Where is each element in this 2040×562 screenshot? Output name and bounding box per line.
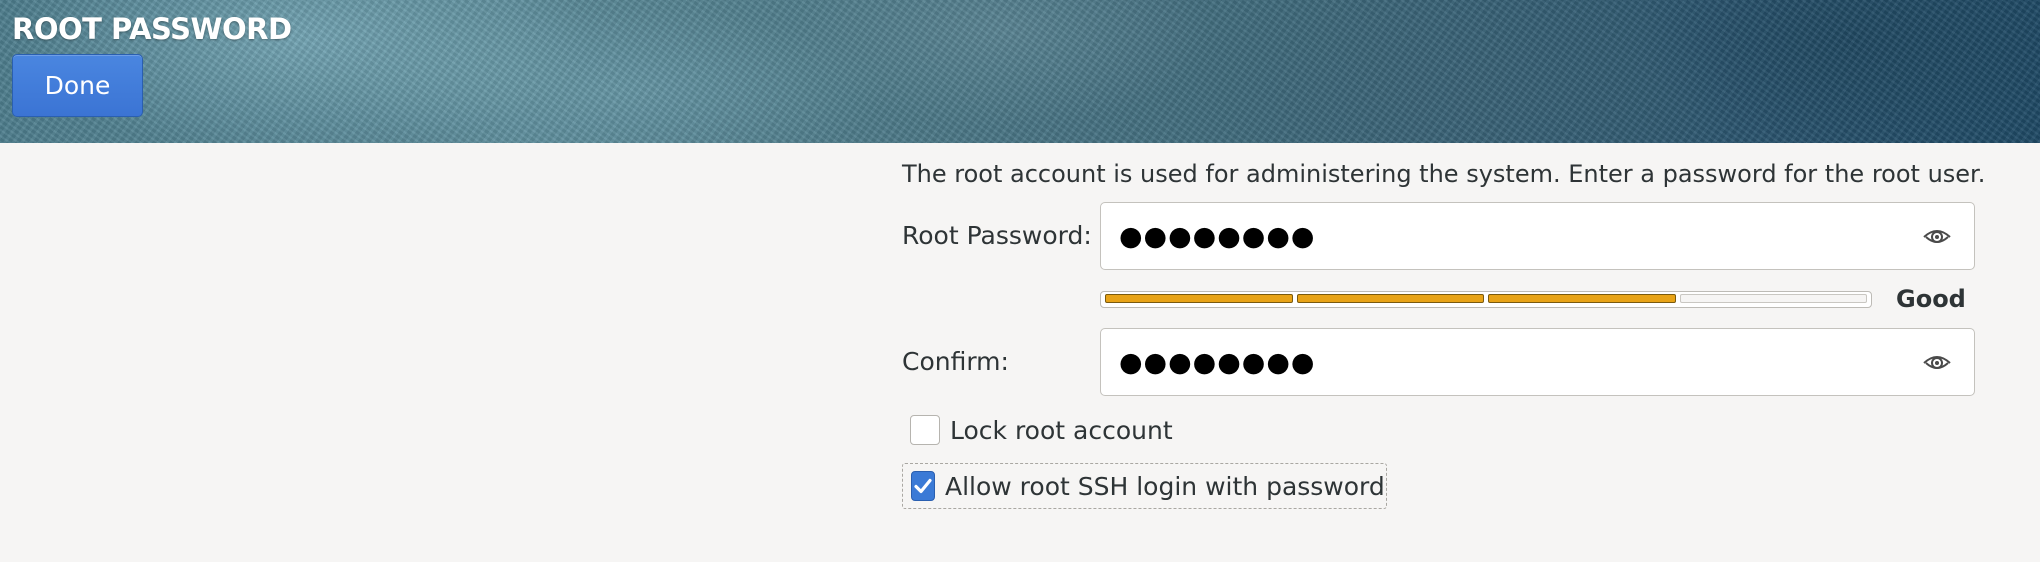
- root-password-input[interactable]: ●●●●●●●●: [1100, 202, 1975, 270]
- allow-ssh-label: Allow root SSH login with password: [945, 471, 1385, 501]
- confirm-password-label: Confirm:: [902, 347, 1009, 376]
- lock-root-checkbox[interactable]: [910, 415, 940, 445]
- password-strength-bar: [1100, 291, 1872, 308]
- strength-segment: [1679, 294, 1867, 303]
- confirm-password-input[interactable]: ●●●●●●●●: [1100, 328, 1975, 396]
- strength-segment: [1296, 294, 1484, 303]
- checkmark-icon: [914, 478, 932, 494]
- allow-root-ssh-option[interactable]: Allow root SSH login with password: [902, 463, 1387, 509]
- header-banner: ROOT PASSWORD Done: [0, 0, 2040, 143]
- eye-icon[interactable]: [1920, 345, 1954, 379]
- header-texture: [0, 0, 2040, 143]
- done-button[interactable]: Done: [12, 54, 143, 117]
- eye-icon[interactable]: [1920, 219, 1954, 253]
- confirm-password-value: ●●●●●●●●: [1119, 346, 1316, 378]
- lock-root-label: Lock root account: [950, 415, 1173, 445]
- page-title: ROOT PASSWORD: [12, 12, 292, 46]
- password-strength-label: Good: [1896, 285, 1966, 313]
- allow-ssh-checkbox[interactable]: [911, 471, 935, 501]
- root-password-value: ●●●●●●●●: [1119, 220, 1316, 252]
- strength-segment: [1105, 294, 1293, 303]
- root-password-label: Root Password:: [902, 221, 1092, 250]
- lock-root-account-option[interactable]: Lock root account: [902, 407, 1183, 453]
- strength-segment: [1488, 294, 1676, 303]
- description-text: The root account is used for administeri…: [902, 160, 1986, 188]
